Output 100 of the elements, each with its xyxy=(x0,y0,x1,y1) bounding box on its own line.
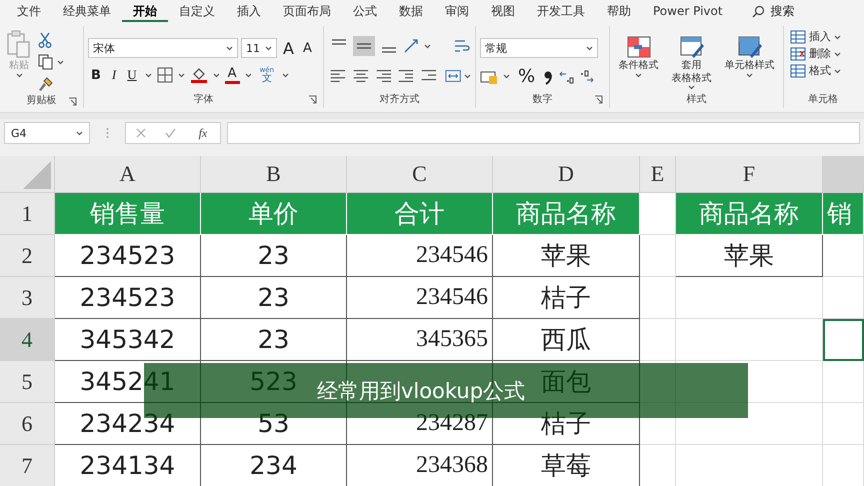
ribbon-tab[interactable]: 经典菜单 xyxy=(52,0,122,22)
drag-handle-icon[interactable] xyxy=(106,127,109,139)
row-header[interactable]: 4 xyxy=(0,319,55,361)
format-painter-icon[interactable] xyxy=(38,76,54,92)
percent-button[interactable]: % xyxy=(515,66,538,87)
style-button[interactable]: 套用 表格格式 xyxy=(670,34,714,90)
style-button[interactable]: 单元格样式 xyxy=(722,34,776,90)
table-grid-icon[interactable] xyxy=(790,30,806,44)
ribbon-tab[interactable]: 视图 xyxy=(480,0,526,22)
ribbon-tab[interactable]: 公式 xyxy=(342,0,388,22)
caret-icon[interactable] xyxy=(212,72,220,78)
table-brush-icon[interactable] xyxy=(678,34,704,60)
column-header[interactable]: D xyxy=(493,156,640,193)
table-grid-icon[interactable] xyxy=(790,47,806,61)
caret-icon[interactable] xyxy=(834,52,841,56)
caret-icon[interactable] xyxy=(746,72,753,78)
caret-icon[interactable] xyxy=(834,68,841,74)
column-header[interactable]: E xyxy=(640,156,676,193)
header-cell[interactable]: 商品名称 xyxy=(493,193,640,235)
row-header[interactable]: 3 xyxy=(0,277,55,319)
ribbon-tab[interactable]: 帮助 xyxy=(596,0,642,22)
table-cell[interactable]: 234134 xyxy=(80,451,176,480)
cells-button[interactable]: 格式 xyxy=(788,64,858,78)
shrink-font-button[interactable]: A xyxy=(300,40,315,56)
table-cell[interactable]: 苹果 xyxy=(541,239,591,272)
number-format-select[interactable]: 常规 xyxy=(480,38,598,58)
header-cell[interactable]: 合计 xyxy=(347,193,493,235)
decrease-decimal-icon[interactable] xyxy=(579,68,596,84)
increase-decimal-icon[interactable] xyxy=(558,68,574,84)
column-header[interactable]: F xyxy=(676,156,823,193)
column-header[interactable]: B xyxy=(201,156,347,193)
name-box[interactable]: G4 xyxy=(4,122,90,144)
caret-icon[interactable] xyxy=(464,74,471,78)
font-size-select[interactable]: 11 xyxy=(241,38,277,58)
ribbon-tab[interactable]: 数据 xyxy=(388,0,434,22)
middle-align-icon[interactable] xyxy=(353,36,375,56)
header-cell[interactable]: 单价 xyxy=(201,193,347,235)
table-cell[interactable]: 23 xyxy=(258,325,290,354)
comma-style-icon[interactable] xyxy=(543,68,554,84)
caret-icon[interactable] xyxy=(834,34,841,40)
style-button[interactable]: 条件格式 xyxy=(616,34,660,90)
cells-button[interactable]: 插入 xyxy=(788,30,858,44)
table-grid-icon[interactable] xyxy=(790,64,806,78)
search-label[interactable]: 搜索 xyxy=(770,2,795,20)
table-cell[interactable]: 23 xyxy=(258,283,290,312)
header-cell[interactable]: 销 xyxy=(823,193,864,235)
row-header[interactable]: 1 xyxy=(0,193,55,235)
caret-icon[interactable] xyxy=(586,46,593,50)
selected-cell[interactable] xyxy=(823,319,864,361)
ribbon-tab[interactable]: 开始 xyxy=(122,0,168,22)
caret-icon[interactable] xyxy=(178,72,185,78)
table-cell[interactable]: 234546 xyxy=(416,242,488,269)
dialog-launcher-icon[interactable] xyxy=(308,95,317,104)
table-cell[interactable]: 234368 xyxy=(416,452,488,479)
caret-icon[interactable] xyxy=(424,44,431,48)
caret-icon[interactable] xyxy=(144,72,152,78)
borders-icon[interactable] xyxy=(156,67,173,83)
copy-icon[interactable] xyxy=(38,54,54,70)
table-cell[interactable]: 西瓜 xyxy=(541,323,591,356)
table-cell[interactable]: 23 xyxy=(258,241,290,270)
row-header[interactable]: 6 xyxy=(0,403,55,445)
caret-icon[interactable] xyxy=(282,72,290,78)
row-header[interactable]: 2 xyxy=(0,235,55,277)
dialog-launcher-icon[interactable] xyxy=(68,97,77,106)
ribbon-tab[interactable]: Power Pivot xyxy=(642,0,734,22)
table-cell[interactable]: 桔子 xyxy=(541,281,591,314)
table-cell[interactable]: 234234 xyxy=(80,409,176,438)
table-cell[interactable]: 草莓 xyxy=(541,449,591,482)
cell-brush-icon[interactable] xyxy=(736,34,762,60)
insert-function-button[interactable]: fx xyxy=(196,126,210,140)
dialog-launcher-icon[interactable] xyxy=(594,95,603,104)
search-icon[interactable] xyxy=(752,4,765,18)
header-cell[interactable]: 销售量 xyxy=(55,193,201,235)
caret-icon[interactable] xyxy=(244,72,252,78)
caret-icon[interactable] xyxy=(57,60,64,64)
italic-button[interactable]: I xyxy=(108,67,120,83)
row-header[interactable]: 7 xyxy=(0,445,55,486)
table-cell[interactable]: 345342 xyxy=(80,325,176,354)
fill-color-icon[interactable] xyxy=(190,66,208,84)
bold-button[interactable]: B xyxy=(88,68,104,82)
font-color-button[interactable]: A xyxy=(224,66,240,84)
table-cell[interactable]: 234523 xyxy=(80,283,176,312)
highlighted-grid-icon[interactable] xyxy=(626,34,652,60)
formula-input[interactable] xyxy=(227,122,860,144)
caret-icon[interactable] xyxy=(688,85,695,90)
table-cell[interactable]: 345365 xyxy=(416,326,488,353)
font-name-select[interactable]: 宋体 xyxy=(88,38,238,58)
ribbon-tab[interactable]: 开发工具 xyxy=(526,0,596,22)
ribbon-tab[interactable]: 页面布局 xyxy=(272,0,342,22)
merge-cells-icon[interactable] xyxy=(444,68,461,84)
caret-icon[interactable] xyxy=(503,74,510,79)
table-cell[interactable]: 苹果 xyxy=(724,239,774,272)
table-cell[interactable]: 234 xyxy=(250,451,298,480)
ribbon-tab[interactable]: 插入 xyxy=(226,0,272,22)
underline-button[interactable]: U xyxy=(124,67,140,83)
cut-icon[interactable] xyxy=(38,32,52,48)
caret-icon[interactable] xyxy=(76,130,83,136)
table-cell[interactable]: 234523 xyxy=(80,241,176,270)
currency-icon[interactable] xyxy=(480,68,498,84)
row-header[interactable]: 5 xyxy=(0,361,55,403)
